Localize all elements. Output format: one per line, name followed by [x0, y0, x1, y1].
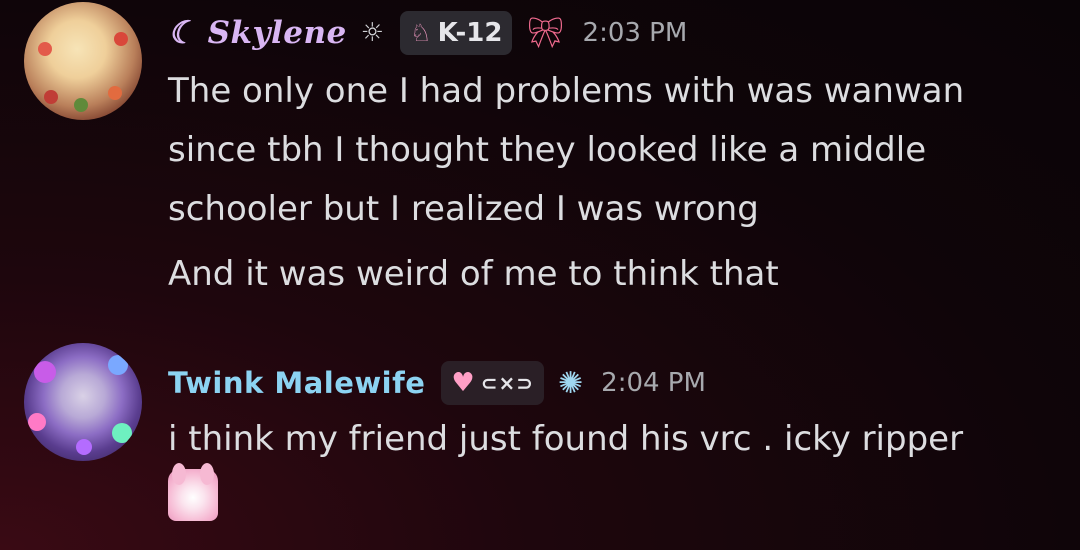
- timestamp: 2:04 PM: [601, 368, 706, 398]
- username[interactable]: ☾ Skylene: [168, 15, 347, 51]
- server-tag[interactable]: ♥ ⊂×⊃: [441, 361, 545, 405]
- username[interactable]: Twink Malewife: [168, 366, 425, 400]
- heart-icon: ♥: [451, 368, 475, 398]
- message-header: ☾ Skylene ☼ ♘ K-12 🎀︎ 2:03 PM: [168, 8, 687, 58]
- ribbon-bow-icon: 🎀︎: [526, 15, 565, 51]
- message-text: And it was weird of me to think that: [168, 254, 779, 294]
- avatar[interactable]: [24, 2, 142, 120]
- sparkle-globe-icon: ✺: [558, 365, 584, 401]
- sun-icon: ☼: [360, 18, 385, 48]
- timestamp: 2:03 PM: [582, 18, 688, 48]
- message-text: The only one I had problems with was wan…: [168, 71, 965, 229]
- my-melody-sticker[interactable]: [168, 463, 218, 521]
- message-1: ☾ Skylene ☼ ♘ K-12 🎀︎ 2:03 PM The only o…: [0, 0, 1080, 320]
- avatar[interactable]: [24, 343, 142, 461]
- tag-label: K-12: [437, 18, 503, 48]
- tag-label: ⊂×⊃: [480, 371, 535, 395]
- bunny-icon: ♘: [410, 19, 432, 47]
- message-2: Twink Malewife ♥ ⊂×⊃ ✺ 2:04 PM i think m…: [0, 335, 1080, 550]
- message-header: Twink Malewife ♥ ⊂×⊃ ✺ 2:04 PM: [168, 358, 706, 408]
- server-tag[interactable]: ♘ K-12: [400, 11, 513, 55]
- message-text: i think my friend just found his vrc . i…: [168, 419, 964, 459]
